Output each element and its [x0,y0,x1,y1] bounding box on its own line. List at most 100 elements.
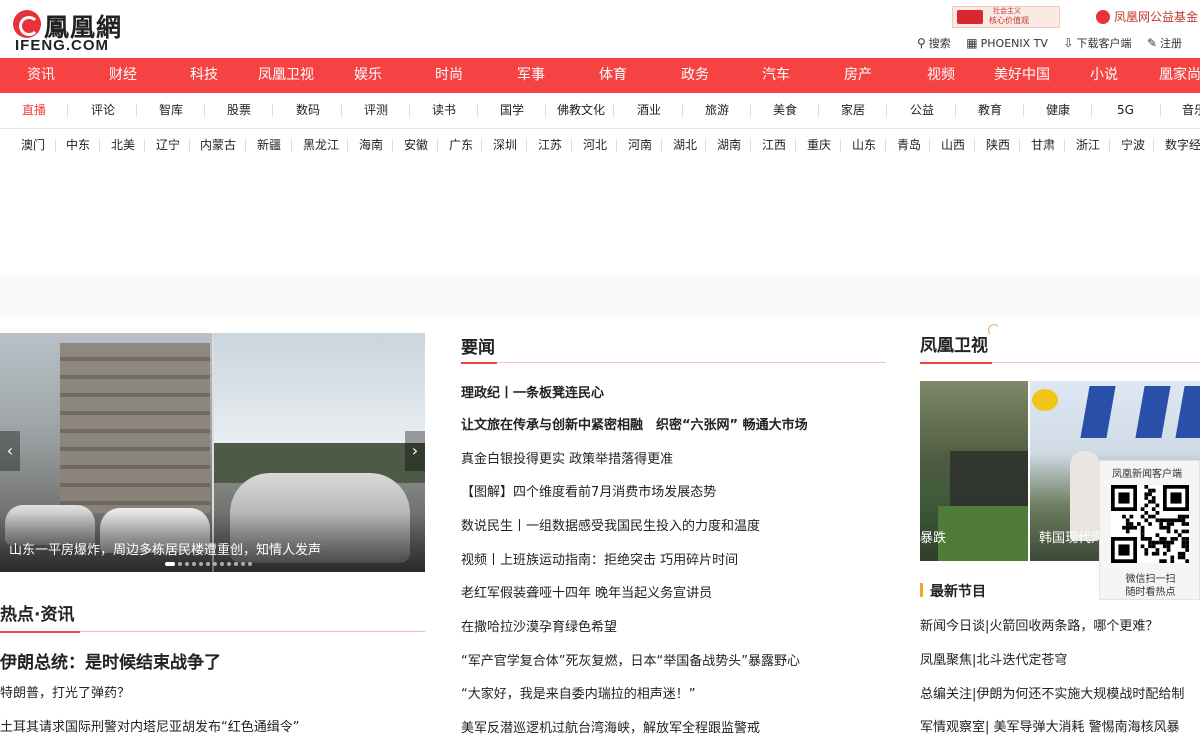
channel-nav-item[interactable]: 智库 [159,93,183,128]
region-nav-item[interactable]: 河北 [583,128,607,163]
region-nav-item[interactable]: 甘肃 [1031,128,1055,163]
region-nav-item[interactable]: 重庆 [807,128,831,163]
region-nav-item[interactable]: 河南 [628,128,652,163]
main-nav-item[interactable]: 娱乐 [354,58,382,93]
channel-nav-item[interactable]: 健康 [1046,93,1070,128]
main-nav-item[interactable]: 科技 [190,58,218,93]
program-item[interactable]: 凤凰聚焦|北斗迭代定苍穹 [920,649,1067,668]
main-nav-item[interactable]: 视频 [927,58,955,93]
channel-nav-item[interactable]: 教育 [978,93,1002,128]
hot-news-item[interactable]: 土耳其请求国际刑警对内塔尼亚胡发布“红色通缉令” [0,716,299,735]
top-news-item[interactable]: 让文旅在传承与创新中紧密相融 织密“六张网” 畅通大市场 [461,414,808,433]
region-nav-item[interactable]: 陕西 [986,128,1010,163]
channel-nav-item[interactable]: 5G [1117,93,1134,128]
top-news-item[interactable]: “大家好，我是来自委内瑞拉的相声迷！” [461,683,695,702]
main-nav-item[interactable]: 美好中国 [994,58,1050,93]
channel-nav-item[interactable]: 佛教文化 [557,93,605,128]
main-nav-item[interactable]: 凤凰卫视 [258,58,314,93]
hot-news-lead[interactable]: 伊朗总统：是时候结束战争了 [0,648,221,673]
channel-nav-item[interactable]: 旅游 [705,93,729,128]
slider-next-button[interactable]: › [405,431,425,471]
program-item[interactable]: 新闻今日谈|火箭回收两条路，哪个更难？ [920,615,1158,634]
channel-nav-item[interactable]: 音乐 [1182,93,1200,128]
region-nav-item[interactable]: 青岛 [897,128,921,163]
main-nav-item[interactable]: 军事 [517,58,545,93]
region-nav-item[interactable]: 新疆 [257,128,281,163]
slider-dot[interactable] [165,562,175,566]
region-nav-item[interactable]: 数字经济 [1165,128,1200,163]
region-nav-item[interactable]: 湖南 [717,128,741,163]
slider-prev-button[interactable]: ‹ [0,431,20,471]
channel-nav-item[interactable]: 评论 [91,93,115,128]
top-news-item[interactable]: 视频丨上班族运动指南：拒绝突击 巧用碎片时间 [461,549,738,568]
region-nav-item[interactable]: 海南 [359,128,383,163]
top-news-item[interactable]: 理政纪丨一条板凳连民心 [461,382,604,401]
main-nav-item[interactable]: 资讯 [27,58,55,93]
region-nav-item[interactable]: 澳门 [21,128,45,163]
region-nav-item[interactable]: 江苏 [538,128,562,163]
slider-dot[interactable] [199,562,203,566]
program-item[interactable]: 军情观察室| 美军导弹大消耗 警惕南海核风暴 [920,716,1180,735]
register-link[interactable]: ✎ 注册 [1147,35,1182,51]
region-nav-item[interactable]: 浙江 [1076,128,1100,163]
charity-foundation-link[interactable]: 凤凰网公益基金 [1096,6,1198,26]
main-nav-item[interactable]: 小说 [1090,58,1118,93]
main-nav-item[interactable]: 汽车 [762,58,790,93]
region-nav-item[interactable]: 宁波 [1121,128,1145,163]
region-nav-item[interactable]: 辽宁 [156,128,180,163]
main-nav-item[interactable]: 体育 [599,58,627,93]
region-nav-item[interactable]: 深圳 [493,128,517,163]
main-nav-item[interactable]: 凰家尚品 [1159,58,1200,93]
slider-dot[interactable] [178,562,182,566]
channel-nav-item[interactable]: 直播 [22,93,46,128]
search-link[interactable]: ⚲ 搜索 [917,35,951,51]
top-news-item[interactable]: 老红军假装聋哑十四年 晚年当起义务宣讲员 [461,582,712,601]
site-logo[interactable]: 鳳凰網 IFENG.COM [13,8,133,54]
region-nav-item[interactable]: 安徽 [404,128,428,163]
top-news-item[interactable]: 【图解】四个维度看前7月消费市场发展态势 [461,481,716,500]
region-nav-item[interactable]: 山东 [852,128,876,163]
top-news-item[interactable]: “军产官学复合体”死灰复燃，日本“举国备战势头”暴露野心 [461,650,800,669]
slide-caption[interactable]: 山东一平房爆炸，周边多栋居民楼遭重创，知情人发声 [9,539,321,558]
channel-nav-item[interactable]: 家居 [841,93,865,128]
slider-dot[interactable] [227,562,231,566]
region-nav-item[interactable]: 江西 [762,128,786,163]
slider-dot[interactable] [241,562,245,566]
headline-slider[interactable]: 山东一平房爆炸，周边多栋居民楼遭重创，知情人发声 ‹ › [0,333,425,572]
region-nav-item[interactable]: 北美 [111,128,135,163]
download-app-link[interactable]: ⇩ 下载客户端 [1063,35,1131,51]
slider-dot[interactable] [192,562,196,566]
program-item[interactable]: 总编关注|伊朗为何还不实施大规模战时配给制 [920,683,1184,702]
channel-nav-item[interactable]: 国学 [500,93,524,128]
region-nav-item[interactable]: 湖北 [673,128,697,163]
top-news-item[interactable]: 在撒哈拉沙漠孕育绿色希望 [461,616,617,635]
top-news-item[interactable]: 真金白银投得更实 政策举措落得更准 [461,448,673,467]
core-values-banner[interactable]: 社会主义 核心价值观 [952,6,1060,28]
slider-dot[interactable] [185,562,189,566]
region-nav-item[interactable]: 中东 [66,128,90,163]
hot-news-item[interactable]: 特朗普，打光了弹药？ [0,682,130,701]
channel-nav-item[interactable]: 酒业 [637,93,661,128]
channel-nav-item[interactable]: 美食 [773,93,797,128]
top-news-item[interactable]: 数说民生丨一组数据感受我国民生投入的力度和温度 [461,515,760,534]
channel-nav-item[interactable]: 公益 [910,93,934,128]
region-nav-item[interactable]: 黑龙江 [303,128,339,163]
slider-dot[interactable] [206,562,210,566]
slider-dot[interactable] [220,562,224,566]
slider-dot[interactable] [248,562,252,566]
channel-nav-item[interactable]: 数码 [296,93,320,128]
slider-dot[interactable] [234,562,238,566]
channel-nav-item[interactable]: 股票 [227,93,251,128]
region-nav-item[interactable]: 山西 [941,128,965,163]
main-nav-item[interactable]: 时尚 [435,58,463,93]
slider-dot[interactable] [213,562,217,566]
main-nav-item[interactable]: 政务 [681,58,709,93]
tv-video-thumbnail[interactable]: 暴跌 [920,381,1028,561]
main-nav-item[interactable]: 财经 [109,58,137,93]
phoenix-tv-link[interactable]: ▦ PHOENIX TV [966,36,1048,50]
region-nav-item[interactable]: 内蒙古 [200,128,236,163]
channel-nav-item[interactable]: 读书 [432,93,456,128]
channel-nav-item[interactable]: 评测 [364,93,388,128]
region-nav-item[interactable]: 广东 [449,128,473,163]
top-news-item[interactable]: 美军反潜巡逻机过航台湾海峡，解放军全程跟监警戒 [461,717,760,736]
